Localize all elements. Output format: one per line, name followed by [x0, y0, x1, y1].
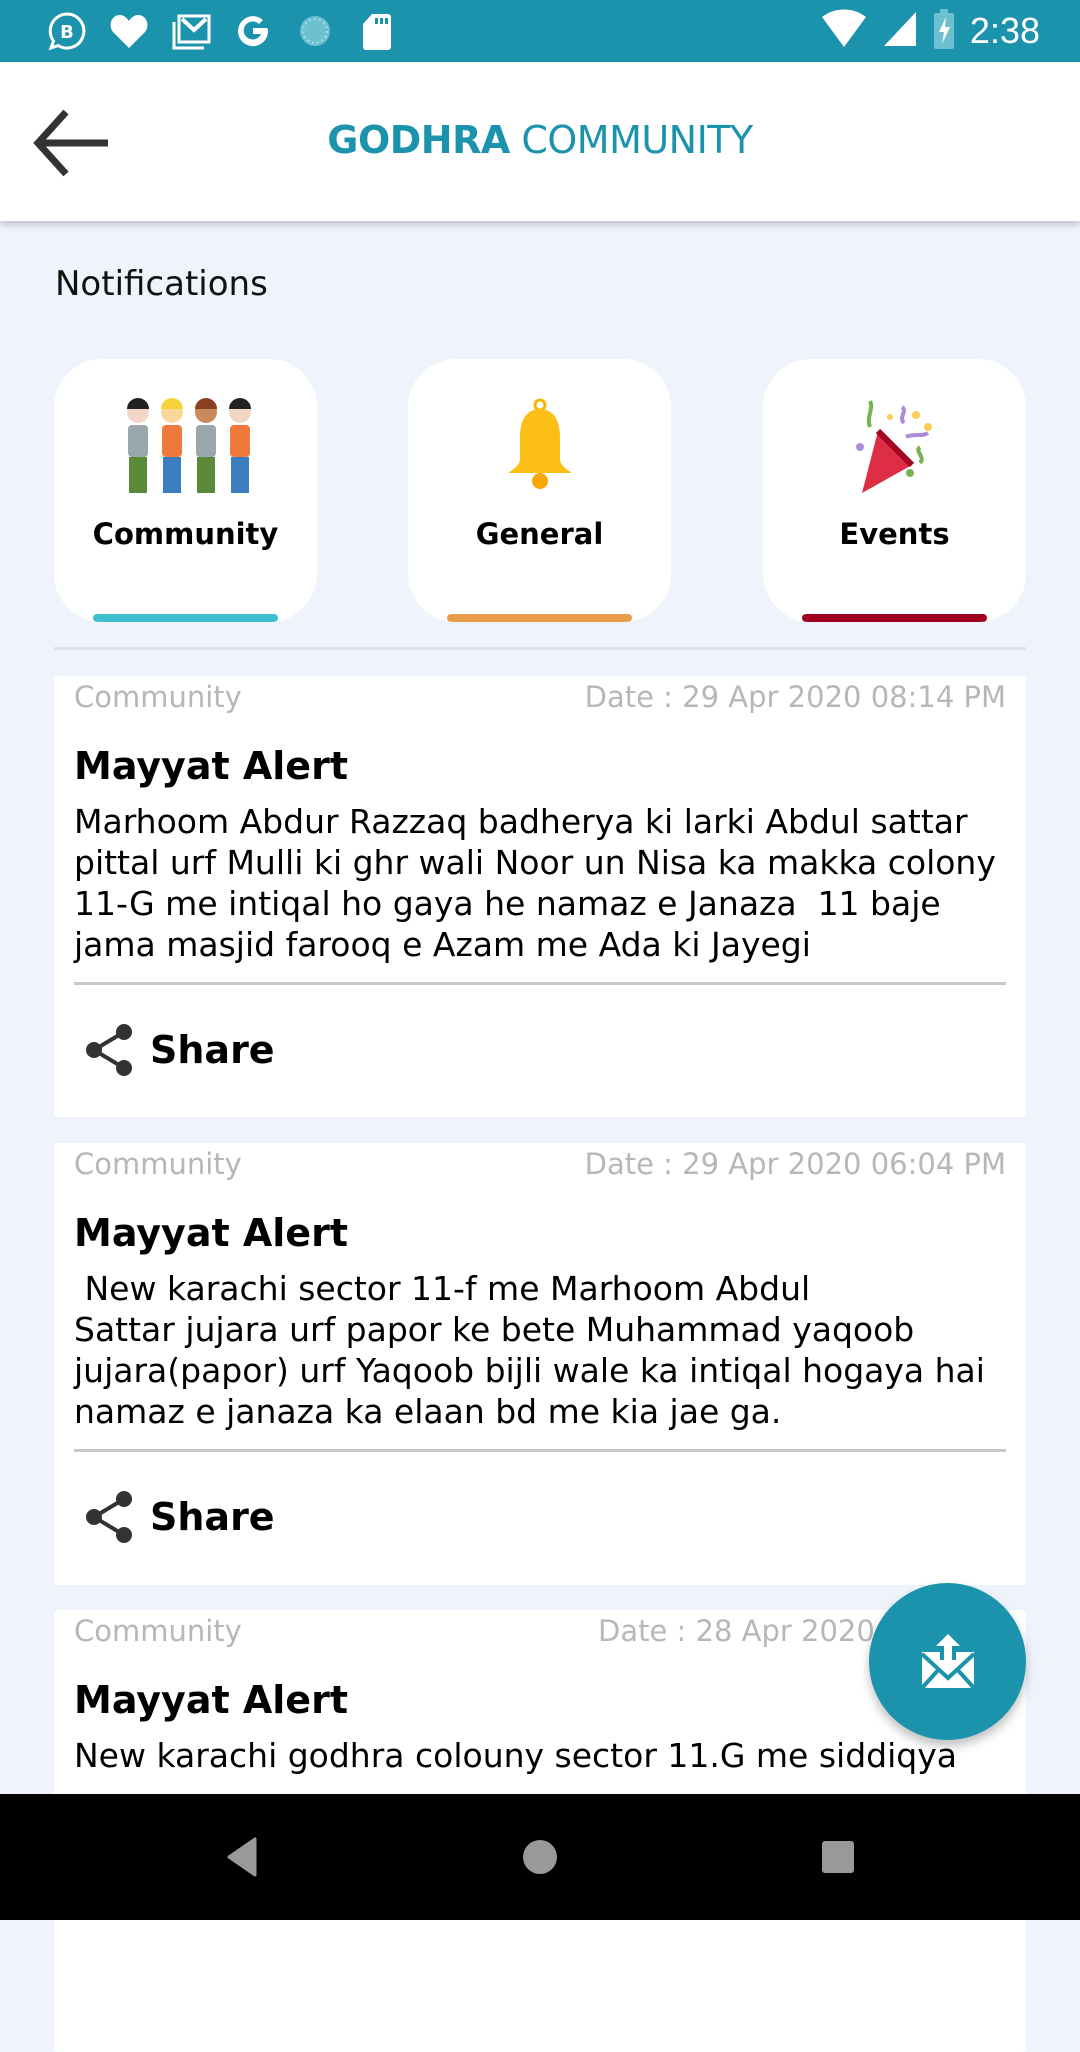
loading-circle-icon	[294, 10, 336, 52]
notification-date: Date : 29 Apr 2020 06:04 PM	[584, 1147, 1006, 1181]
share-label: Share	[150, 1028, 275, 1072]
notification-title: Mayyat Alert	[74, 1211, 348, 1255]
home-nav-icon	[523, 1840, 557, 1874]
app-header: GODHRA COMMUNITY	[0, 62, 1080, 221]
share-button[interactable]: Share	[84, 1022, 275, 1078]
title-bold: GODHRA	[327, 118, 510, 162]
notification-date: Date : 28 Apr 2020 1	[598, 1614, 903, 1648]
clock: 2:38	[969, 10, 1040, 51]
notification-category: Community	[74, 1614, 242, 1648]
party-popper-icon	[763, 397, 1026, 497]
mail-send-icon	[920, 1633, 975, 1689]
notification-card[interactable]: Community Date : 29 Apr 2020 08:14 PM Ma…	[54, 676, 1026, 1117]
notification-card[interactable]: Community Date : 29 Apr 2020 06:04 PM Ma…	[54, 1143, 1026, 1585]
share-icon	[86, 1491, 132, 1543]
cell-signal-icon	[882, 10, 918, 52]
recents-nav-icon	[822, 1841, 854, 1873]
category-label: General	[475, 517, 604, 551]
notification-body: New karachi godhra colouny sector 11.G m…	[74, 1736, 957, 1775]
gmail-icon	[170, 10, 212, 52]
status-bar: B 2:38	[0, 0, 1080, 62]
category-label: Community	[92, 517, 279, 551]
system-nav-bar	[0, 1794, 1080, 1920]
wifi-icon	[820, 9, 868, 53]
category-accent-bar	[802, 614, 987, 622]
category-general[interactable]: General	[408, 359, 671, 622]
nav-recents-button[interactable]	[808, 1832, 868, 1882]
google-icon	[232, 10, 274, 52]
notification-title: Mayyat Alert	[74, 744, 348, 788]
category-accent-bar	[93, 614, 278, 622]
heart-icon	[108, 10, 150, 52]
svg-text:B: B	[60, 22, 74, 43]
category-label: Events	[839, 517, 950, 551]
page-title: GODHRA COMMUNITY	[0, 118, 1080, 162]
notification-date: Date : 29 Apr 2020 08:14 PM	[584, 680, 1006, 714]
category-events[interactable]: Events	[763, 359, 1026, 622]
whatsapp-business-icon: B	[46, 10, 88, 52]
nav-back-button[interactable]	[212, 1832, 272, 1882]
title-rest: COMMUNITY	[509, 118, 753, 162]
battery-charging-icon	[932, 9, 956, 53]
nav-home-button[interactable]	[510, 1832, 570, 1882]
share-label: Share	[150, 1495, 275, 1539]
section-label: Notifications	[55, 264, 268, 304]
bell-icon	[408, 397, 671, 497]
compose-fab[interactable]	[869, 1583, 1026, 1740]
people-holding-hands-icon	[54, 397, 317, 497]
notification-body: New karachi sector 11-f me Marhoom Abdul…	[74, 1269, 985, 1431]
notification-category: Community	[74, 680, 242, 714]
share-button[interactable]: Share	[84, 1489, 275, 1545]
category-community[interactable]: Community	[54, 359, 317, 622]
card-separator	[74, 1449, 1006, 1452]
notification-body: Marhoom Abdur Razzaq badherya ki larki A…	[74, 802, 1007, 964]
card-separator	[74, 982, 1006, 985]
share-icon	[86, 1024, 132, 1076]
notification-category: Community	[74, 1147, 242, 1181]
divider	[54, 647, 1026, 650]
back-nav-icon	[227, 1837, 257, 1877]
category-accent-bar	[447, 614, 632, 622]
notification-title: Mayyat Alert	[74, 1678, 348, 1722]
sd-card-icon	[356, 10, 398, 52]
